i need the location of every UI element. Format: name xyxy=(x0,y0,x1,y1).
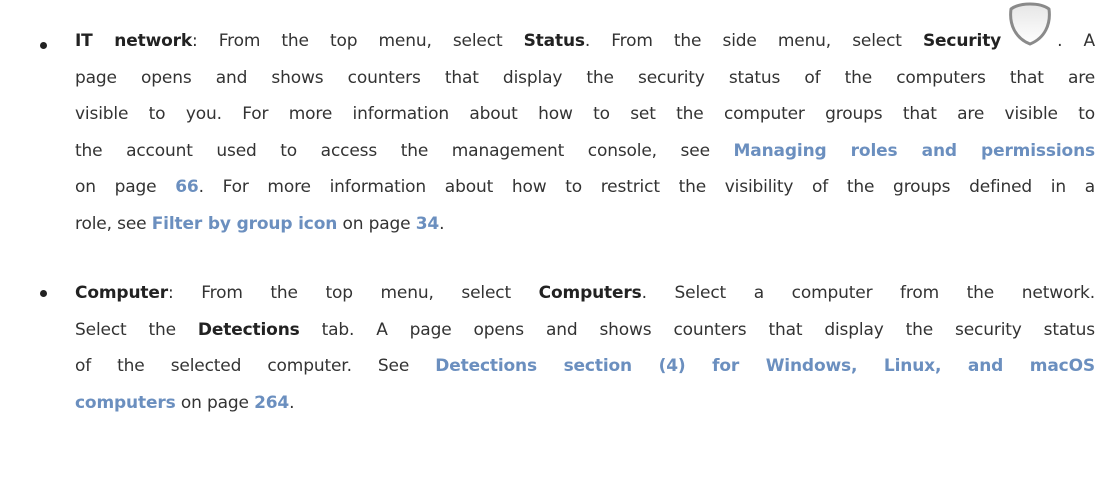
body-text: . Select a computer from the network. xyxy=(641,283,1096,303)
body-text: on page xyxy=(75,177,176,197)
shield-icon xyxy=(1005,0,1055,48)
bullet-1-line-3: visible to you. For more information abo… xyxy=(75,96,1095,133)
bullet-1-dot xyxy=(40,42,47,49)
bold-term: Status xyxy=(523,31,585,51)
cross-reference-link[interactable]: 34 xyxy=(416,214,440,234)
bullet-1-paragraph: IT network: From the top menu, select St… xyxy=(75,2,1095,243)
body-text: role, see xyxy=(75,213,152,234)
bullet-1-line-5: on page 66. For more information about h… xyxy=(75,169,1095,206)
bullet-1-line-4: the account used to access the managemen… xyxy=(75,133,1095,170)
bullet-1-line-6: role, see Filter by group icon on page 3… xyxy=(75,206,1095,243)
bullet-2-paragraph: Computer: From the top menu, select Comp… xyxy=(75,275,1095,421)
body-text: . xyxy=(289,392,295,413)
body-text: . For more information about how to rest… xyxy=(198,177,1096,197)
bullet-2-line-4: computers on page 264. xyxy=(75,385,1095,422)
bullet-1-line-1: IT network: From the top menu, select St… xyxy=(75,2,1095,60)
body-text: on page xyxy=(175,392,255,413)
body-text: visible to you. For more information abo… xyxy=(75,104,1095,124)
bold-term: Security xyxy=(922,31,1002,51)
body-text: : From the top menu, select xyxy=(192,31,524,51)
body-text: . From the side menu, select xyxy=(584,31,923,51)
cross-reference-link[interactable]: Managing roles and permissions xyxy=(734,141,1096,161)
bullet-2-line-1: Computer: From the top menu, select Comp… xyxy=(75,275,1095,312)
cross-reference-link[interactable]: Detections section (4) for Windows, Linu… xyxy=(435,356,1095,376)
body-text: page opens and shows counters that displ… xyxy=(75,67,1095,88)
body-text: the account used to access the managemen… xyxy=(75,140,734,161)
bold-term: Computers xyxy=(538,283,642,303)
body-text: . xyxy=(439,213,445,234)
body-text: of the selected computer. See xyxy=(75,356,436,376)
document-page: IT network: From the top menu, select St… xyxy=(0,0,1104,488)
body-text: on page xyxy=(337,213,416,234)
cross-reference-link[interactable]: computers xyxy=(75,393,176,413)
cross-reference-link[interactable]: 264 xyxy=(254,393,289,413)
bullet-2-line-3: of the selected computer. See Detections… xyxy=(75,348,1095,385)
body-text: Select the xyxy=(75,319,198,340)
bold-term: Detections xyxy=(197,319,300,340)
bold-term: IT network xyxy=(75,31,193,51)
cross-reference-link[interactable]: Filter by group icon xyxy=(152,214,338,234)
bullet-1-line-2: page opens and shows counters that displ… xyxy=(75,60,1095,97)
bold-term: Computer xyxy=(75,283,168,303)
bullet-2-line-2: Select the Detections tab. A page opens … xyxy=(75,312,1095,349)
bullet-2-dot xyxy=(40,290,47,297)
body-text: . A xyxy=(1057,31,1095,51)
body-text: tab. A page opens and shows counters tha… xyxy=(299,319,1096,340)
cross-reference-link[interactable]: 66 xyxy=(175,177,199,197)
body-text: : From the top menu, select xyxy=(167,283,539,303)
